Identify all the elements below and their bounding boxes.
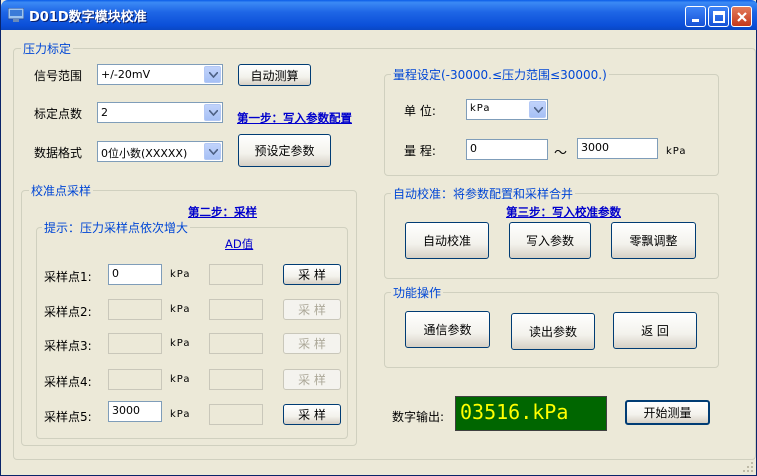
sample-point-3-ad bbox=[209, 333, 263, 354]
sample-point-1-ad bbox=[209, 264, 263, 285]
comm-params-button[interactable]: 通信参数 bbox=[405, 311, 490, 348]
title-bar[interactable]: D01D数字模块校准 bbox=[1, 0, 757, 30]
range-setting-group bbox=[384, 74, 719, 176]
range-label: 量 程: bbox=[404, 144, 436, 158]
pressure-calibration-label: 压力标定 bbox=[21, 40, 74, 57]
sample-point-4-unit: kPa bbox=[170, 374, 191, 385]
resize-grip-icon[interactable] bbox=[742, 461, 754, 473]
digital-output-label: 数字输出: bbox=[392, 410, 445, 424]
unit-label: 单 位: bbox=[404, 104, 436, 118]
step2-sample-link[interactable]: 第二步：采样 bbox=[188, 204, 257, 220]
auto-measure-button[interactable]: 自动测算 bbox=[238, 64, 311, 86]
sample-point-2-input bbox=[108, 299, 162, 320]
sample-point-2-ad bbox=[209, 299, 263, 320]
step1-write-config-link[interactable]: 第一步：写入参数配置 bbox=[237, 110, 352, 126]
calib-points-label: 标定点数 bbox=[34, 107, 83, 121]
sample-point-2-button[interactable]: 采 样 bbox=[283, 299, 341, 320]
step3-write-calib-link[interactable]: 第三步：写入校准参数 bbox=[506, 204, 621, 220]
minimize-icon bbox=[692, 19, 699, 22]
data-format-value: 0位小数(XXXXX) bbox=[101, 147, 188, 160]
window-title: D01D数字模块校准 bbox=[29, 10, 147, 25]
range-max-input[interactable]: 3000 bbox=[577, 138, 658, 159]
calib-points-value: 2 bbox=[101, 106, 108, 119]
sample-point-4-label: 采样点4: bbox=[44, 375, 92, 389]
range-setting-label: 量程设定(-30000.≤压力范围≤30000.) bbox=[391, 66, 609, 83]
maximize-icon bbox=[713, 11, 725, 23]
sample-point-4-ad bbox=[209, 369, 263, 390]
close-icon bbox=[737, 12, 747, 22]
sample-point-4-button[interactable]: 采 样 bbox=[283, 369, 341, 390]
sample-point-2-label: 采样点2: bbox=[44, 305, 92, 319]
back-button[interactable]: 返 回 bbox=[613, 312, 697, 349]
auto-calibration-label: 自动校准：将参数配置和采样合并 bbox=[391, 185, 576, 202]
sample-point-5-label: 采样点5: bbox=[44, 410, 92, 424]
signal-range-select[interactable]: +/-20mV bbox=[97, 64, 223, 85]
signal-range-value: +/-20mV bbox=[101, 68, 151, 81]
sample-point-5-unit: kPa bbox=[170, 409, 191, 420]
unit-select[interactable]: kPa bbox=[466, 99, 548, 120]
chevron-down-icon[interactable] bbox=[204, 143, 221, 160]
chevron-down-icon[interactable] bbox=[204, 104, 221, 121]
auto-calibrate-button[interactable]: 自动校准 bbox=[405, 222, 489, 259]
ad-value-header: AD值 bbox=[225, 237, 254, 251]
calib-points-select[interactable]: 2 bbox=[97, 102, 223, 123]
sample-point-2-unit: kPa bbox=[170, 304, 191, 315]
range-tilde: ～ bbox=[554, 146, 568, 161]
functions-label: 功能操作 bbox=[391, 284, 444, 301]
data-format-select[interactable]: 0位小数(XXXXX) bbox=[97, 141, 223, 162]
sample-point-3-label: 采样点3: bbox=[44, 339, 92, 353]
sample-point-4-input bbox=[108, 369, 162, 390]
sample-point-5-input[interactable]: 3000 bbox=[108, 401, 162, 422]
sample-point-1-unit: kPa bbox=[170, 269, 191, 280]
close-button[interactable] bbox=[731, 6, 752, 27]
sample-point-1-button[interactable]: 采 样 bbox=[283, 264, 341, 285]
range-unit: kPa bbox=[666, 146, 687, 157]
sample-point-3-input bbox=[108, 333, 162, 354]
zero-drift-button[interactable]: 零飘调整 bbox=[611, 222, 696, 259]
sampling-hint-label: 提示：压力采样点依次增大 bbox=[42, 219, 191, 236]
sample-point-1-input[interactable]: 0 bbox=[108, 264, 162, 285]
start-measure-button[interactable]: 开始测量 bbox=[625, 400, 710, 425]
read-params-button[interactable]: 读出参数 bbox=[511, 313, 595, 350]
sample-point-3-unit: kPa bbox=[170, 338, 191, 349]
data-format-label: 数据格式 bbox=[34, 146, 83, 160]
minimize-button[interactable] bbox=[685, 6, 706, 27]
sample-point-1-label: 采样点1: bbox=[44, 270, 92, 284]
maximize-button[interactable] bbox=[708, 6, 729, 27]
range-min-input[interactable]: 0 bbox=[466, 139, 548, 160]
write-params-button[interactable]: 写入参数 bbox=[509, 222, 591, 259]
sampling-group-label: 校准点采样 bbox=[29, 182, 94, 199]
digital-output-display: 03516.kPa bbox=[455, 396, 607, 431]
chevron-down-icon[interactable] bbox=[529, 101, 546, 118]
unit-value: kPa bbox=[470, 103, 491, 114]
chevron-down-icon[interactable] bbox=[204, 66, 221, 83]
sample-point-3-button[interactable]: 采 样 bbox=[283, 333, 341, 354]
sample-point-5-button[interactable]: 采 样 bbox=[283, 404, 341, 425]
preset-params-button[interactable]: 预设定参数 bbox=[238, 134, 331, 167]
sample-point-5-ad bbox=[209, 404, 263, 425]
signal-range-label: 信号范围 bbox=[34, 69, 83, 83]
calibration-window: D01D数字模块校准 压力标定 信号范围 +/-20mV 自动测算 标定点数 2… bbox=[0, 0, 757, 476]
app-icon bbox=[8, 8, 24, 22]
